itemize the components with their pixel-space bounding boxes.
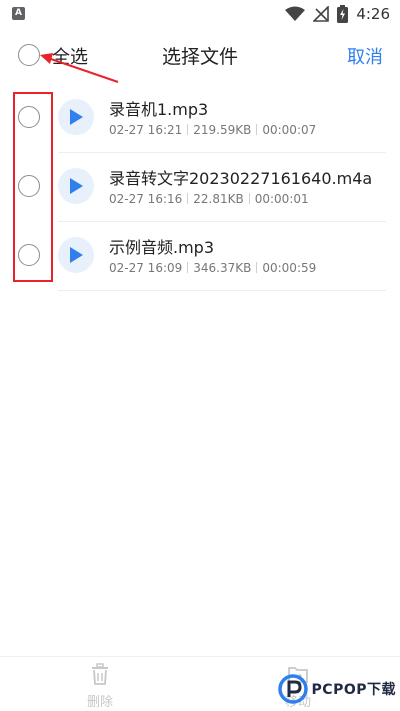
file-size: 346.37KB <box>193 261 252 275</box>
file-meta: 02-27 16:09 346.37KB 00:00:59 <box>109 261 316 275</box>
meta-divider <box>256 124 258 135</box>
file-meta: 02-27 16:16 22.81KB 00:00:01 <box>109 192 309 206</box>
no-signal-icon <box>313 6 330 22</box>
trash-icon <box>92 663 108 685</box>
status-bar: A 4:26 <box>0 0 400 28</box>
play-icon <box>70 109 83 125</box>
file-meta: 02-27 16:21 219.59KB 00:00:07 <box>109 123 316 137</box>
meta-divider <box>187 124 189 135</box>
screen: A 4:26 全选 选择文件 取消 录音机1.mp3 02-27 16:21 2… <box>0 0 400 711</box>
file-duration: 00:00:07 <box>262 123 317 137</box>
play-icon <box>70 178 83 194</box>
status-time: 4:26 <box>356 5 390 23</box>
file-date: 02-27 16:16 <box>109 192 183 206</box>
cancel-button[interactable]: 取消 <box>347 43 383 69</box>
file-row[interactable]: 录音机1.mp3 02-27 16:21 219.59KB 00:00:07 <box>0 84 400 153</box>
file-row[interactable]: 录音转文字20230227161640.m4a 02-27 16:16 22.81… <box>0 153 400 222</box>
row-divider <box>58 290 386 291</box>
file-date: 02-27 16:21 <box>109 123 183 137</box>
play-button[interactable] <box>58 99 94 135</box>
status-indicators: 4:26 <box>285 4 390 24</box>
watermark: PCPOP下载 <box>277 672 396 706</box>
file-duration: 00:00:59 <box>262 261 317 275</box>
file-list: 录音机1.mp3 02-27 16:21 219.59KB 00:00:07 录音转… <box>0 84 400 291</box>
pcpop-logo-icon <box>277 674 308 704</box>
meta-divider <box>248 193 250 204</box>
watermark-text: PCPOP下载 <box>311 682 396 698</box>
meta-divider <box>187 262 189 273</box>
delete-label: 删除 <box>86 695 113 710</box>
file-name: 录音机1.mp3 <box>109 100 209 119</box>
battery-charging-icon <box>337 5 349 23</box>
play-button[interactable] <box>58 168 94 204</box>
wifi-icon <box>285 6 306 21</box>
meta-divider <box>256 262 258 273</box>
page-title: 选择文件 <box>161 46 238 68</box>
header: 全选 选择文件 取消 <box>0 28 400 84</box>
app-notification-icon: A <box>12 7 25 20</box>
delete-button[interactable]: 删除 <box>70 663 130 710</box>
file-size: 22.81KB <box>193 192 244 206</box>
file-name: 示例音频.mp3 <box>109 238 215 257</box>
file-name: 录音转文字20230227161640.m4a <box>109 169 373 188</box>
file-row[interactable]: 示例音频.mp3 02-27 16:09 346.37KB 00:00:59 <box>0 222 400 291</box>
meta-divider <box>187 193 189 204</box>
annotation-highlight-box <box>13 92 53 282</box>
play-icon <box>70 247 83 263</box>
file-duration: 00:00:01 <box>254 192 309 206</box>
play-button[interactable] <box>58 237 94 273</box>
file-size: 219.59KB <box>193 123 252 137</box>
file-date: 02-27 16:09 <box>109 261 183 275</box>
